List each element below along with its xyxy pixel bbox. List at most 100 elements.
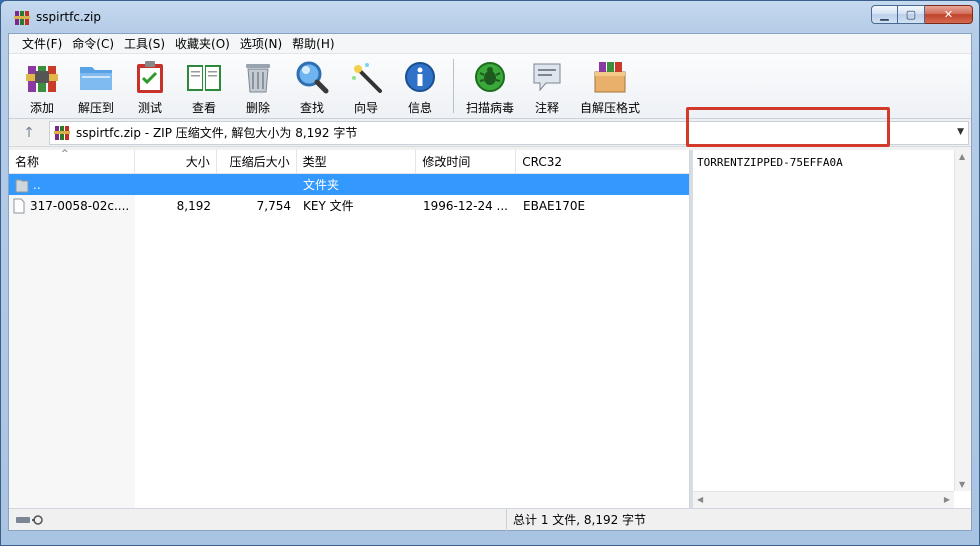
row-name: ..: [33, 177, 41, 192]
col-size[interactable]: 大小: [135, 150, 217, 174]
scroll-up-icon[interactable]: ▲: [959, 152, 965, 161]
comment-label: 注释: [534, 101, 559, 115]
table-row[interactable]: 317-0058-02c.... 8,192 7,754 KEY 文件 1996…: [9, 195, 689, 216]
scroll-right-icon[interactable]: ▶: [944, 495, 950, 504]
scroll-down-icon[interactable]: ▼: [959, 480, 965, 489]
close-button[interactable]: ✕: [925, 5, 973, 24]
sort-ascending-icon: ^: [61, 149, 69, 159]
menu-options[interactable]: 选项(N): [235, 34, 287, 54]
row-type: 文件夹: [303, 178, 340, 192]
menu-tools[interactable]: 工具(S): [119, 34, 170, 54]
title-bar[interactable]: sspirtfc.zip ▁ ▢ ✕: [1, 1, 979, 33]
comment-note-icon: [528, 58, 566, 95]
menu-bar: 文件(F) 命令(C) 工具(S) 收藏夹(O) 选项(N) 帮助(H): [9, 34, 971, 54]
folder-extract-icon: [77, 58, 115, 95]
add-label: 添加: [29, 101, 54, 115]
col-packed-label: 压缩后大小: [229, 155, 290, 169]
row-packed: 7,754: [256, 198, 291, 213]
extract-to-label: 解压到: [77, 101, 114, 115]
magnifier-icon: [293, 58, 331, 95]
maximize-button[interactable]: ▢: [898, 5, 925, 24]
winrar-app-icon[interactable]: [14, 10, 30, 26]
table-row[interactable]: .. 文件夹: [9, 174, 689, 195]
file-list[interactable]: 名称 ^ 大小 压缩后大小 类型 修改时间 CRC32 .. 文件夹 317-0…: [9, 149, 690, 508]
name-column-background: [9, 174, 135, 508]
drive-key-icon[interactable]: [15, 514, 49, 526]
path-dropdown-icon[interactable]: ▼: [957, 127, 964, 137]
row-name-cell: ..: [9, 177, 135, 193]
row-crc: EBAE170E: [523, 198, 586, 213]
wizard-label: 向导: [353, 101, 378, 115]
scan-virus-button[interactable]: 扫描病毒: [460, 56, 520, 116]
row-name: 317-0058-02c....: [30, 198, 130, 213]
col-size-label: 大小: [185, 155, 210, 169]
menu-favorites[interactable]: 收藏夹(O): [170, 34, 235, 54]
status-indicators: [9, 508, 507, 531]
row-type: KEY 文件: [303, 199, 354, 213]
col-type[interactable]: 类型: [297, 150, 417, 174]
view-label: 查看: [191, 101, 216, 115]
client-area: 文件(F) 命令(C) 工具(S) 收藏夹(O) 选项(N) 帮助(H) 添加: [8, 33, 972, 531]
window-title: sspirtfc.zip: [36, 10, 101, 24]
sfx-box-icon: [591, 58, 629, 95]
window-controls: ▁ ▢ ✕: [871, 5, 973, 24]
sfx-button[interactable]: 自解压格式: [574, 56, 646, 116]
delete-label: 删除: [245, 101, 270, 115]
virus-scan-icon: [471, 58, 509, 95]
comment-vertical-scrollbar[interactable]: ▲ ▼: [954, 150, 971, 491]
magic-wand-icon: [347, 58, 385, 95]
toolbar: 添加 解压到 测试 查看 删除 查找 向导 信息 扫描病毒 注释 自解压格式: [9, 54, 971, 119]
column-header-row: 名称 ^ 大小 压缩后大小 类型 修改时间 CRC32: [9, 149, 689, 174]
up-folder-button[interactable]: ↑: [9, 125, 49, 141]
menu-file[interactable]: 文件(F): [17, 34, 67, 54]
test-label: 测试: [137, 101, 162, 115]
delete-button[interactable]: 删除: [231, 56, 285, 116]
col-name-label: 名称: [15, 155, 40, 169]
trash-icon: [239, 58, 277, 95]
find-button[interactable]: 查找: [285, 56, 339, 116]
test-button[interactable]: 测试: [123, 56, 177, 116]
comment-horizontal-scrollbar[interactable]: ◀ ▶: [693, 491, 954, 508]
wizard-button[interactable]: 向导: [339, 56, 393, 116]
col-crc-label: CRC32: [522, 155, 563, 169]
path-text: sspirtfc.zip - ZIP 压缩文件, 解包大小为 8,192 字节: [76, 126, 358, 140]
find-label: 查找: [299, 101, 324, 115]
row-modified: 1996-12-24 ...: [423, 198, 508, 213]
status-bar: 总计 1 文件, 8,192 字节: [9, 508, 971, 531]
address-bar: ↑ sspirtfc.zip - ZIP 压缩文件, 解包大小为 8,192 字…: [9, 119, 971, 147]
toolbar-separator: [453, 59, 454, 113]
scroll-left-icon[interactable]: ◀: [697, 495, 703, 504]
file-icon: [13, 198, 25, 213]
archive-comment: TORRENTZIPPED-75EFFA0A: [697, 156, 843, 169]
info-label: 信息: [407, 101, 432, 115]
extract-to-button[interactable]: 解压到: [69, 56, 123, 116]
app-window: sspirtfc.zip ▁ ▢ ✕ 文件(F) 命令(C) 工具(S) 收藏夹…: [0, 0, 980, 546]
up-arrow-icon: ↑: [23, 124, 35, 141]
path-field[interactable]: sspirtfc.zip - ZIP 压缩文件, 解包大小为 8,192 字节 …: [49, 120, 969, 145]
scan-virus-label: 扫描病毒: [465, 101, 514, 115]
comment-button[interactable]: 注释: [520, 56, 574, 116]
menu-help[interactable]: 帮助(H): [287, 34, 339, 54]
parent-folder-icon: [15, 179, 29, 192]
col-type-label: 类型: [302, 155, 327, 169]
row-name-cell: 317-0058-02c....: [9, 198, 135, 214]
clipboard-check-icon: [131, 58, 169, 95]
info-button[interactable]: 信息: [393, 56, 447, 116]
col-modified-label: 修改时间: [422, 155, 471, 169]
main-panes: 名称 ^ 大小 压缩后大小 类型 修改时间 CRC32 .. 文件夹 317-0…: [9, 149, 971, 508]
menu-commands[interactable]: 命令(C): [67, 34, 119, 54]
comment-pane[interactable]: TORRENTZIPPED-75EFFA0A ▲ ▼ ◀ ▶: [690, 150, 971, 508]
sfx-label: 自解压格式: [579, 101, 640, 115]
book-icon: [185, 58, 223, 95]
status-text: 总计 1 文件, 8,192 字节: [513, 513, 647, 527]
col-packed[interactable]: 压缩后大小: [217, 150, 297, 174]
minimize-icon: ▁: [880, 8, 889, 21]
view-button[interactable]: 查看: [177, 56, 231, 116]
add-archive-icon: [23, 58, 61, 95]
col-name[interactable]: 名称 ^: [9, 149, 135, 174]
minimize-button[interactable]: ▁: [871, 5, 898, 24]
col-crc[interactable]: CRC32: [516, 150, 689, 174]
info-icon: [401, 58, 439, 95]
col-modified[interactable]: 修改时间: [416, 150, 517, 174]
add-button[interactable]: 添加: [15, 56, 69, 116]
